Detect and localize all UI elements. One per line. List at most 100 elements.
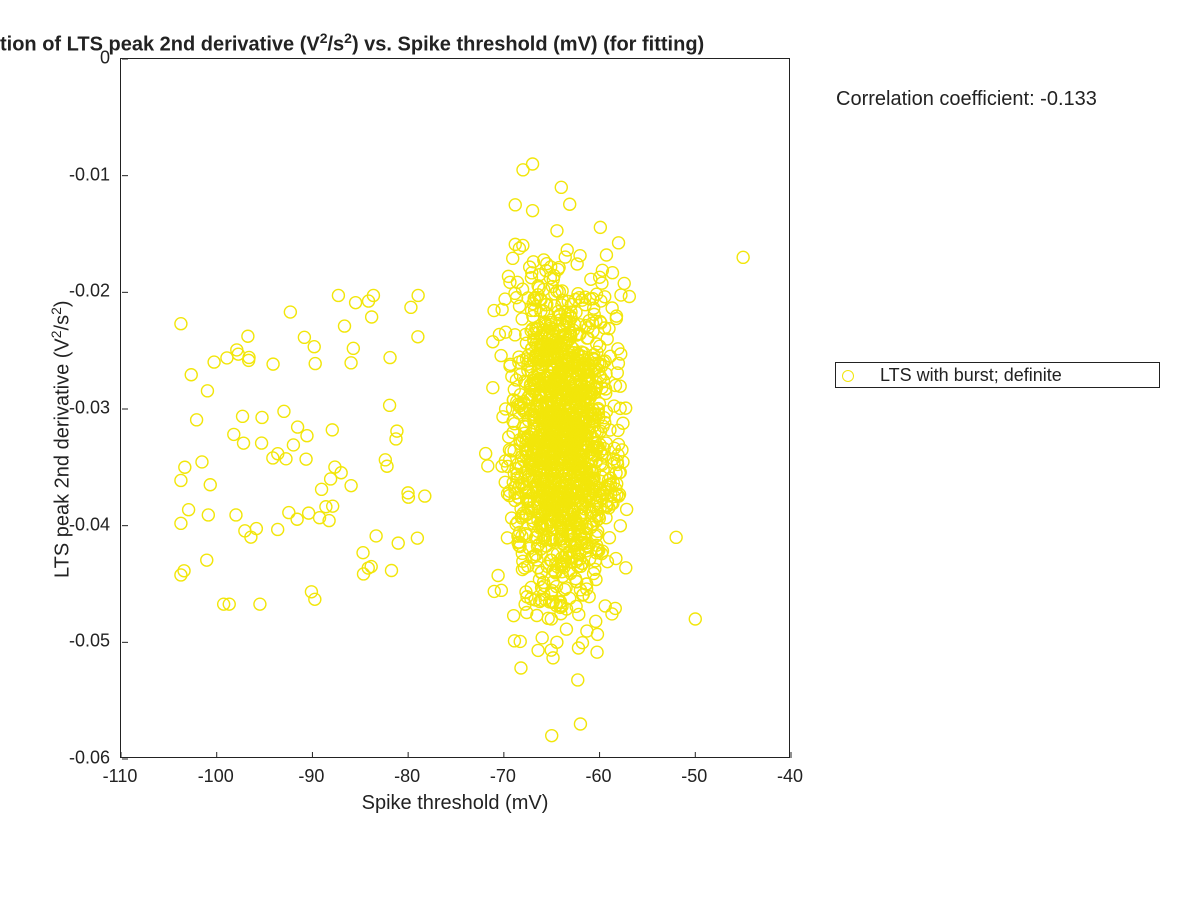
data-point: [620, 562, 632, 574]
data-point: [585, 273, 597, 285]
y-tick-label: -0.05: [69, 631, 110, 652]
data-point: [555, 181, 567, 193]
data-point: [545, 644, 557, 656]
x-tick-label: -90: [298, 766, 324, 787]
data-point: [572, 674, 584, 686]
data-point: [278, 405, 290, 417]
data-point: [339, 320, 351, 332]
correlation-annotation: Correlation coefficient: -0.133: [836, 88, 1097, 111]
data-point: [574, 718, 586, 730]
data-point: [316, 483, 328, 495]
data-point: [284, 306, 296, 318]
data-point: [291, 513, 303, 525]
data-point: [560, 623, 572, 635]
data-point: [527, 205, 539, 217]
data-point: [230, 509, 242, 521]
data-point: [175, 569, 187, 581]
data-point: [232, 348, 244, 360]
legend-marker-icon: [842, 370, 854, 382]
data-point: [326, 424, 338, 436]
data-point: [300, 453, 312, 465]
data-point: [228, 428, 240, 440]
plot-area: [120, 58, 790, 758]
data-point: [391, 425, 403, 437]
data-point: [618, 277, 630, 289]
data-point: [191, 414, 203, 426]
x-tick-label: -70: [490, 766, 516, 787]
data-point: [309, 358, 321, 370]
data-point: [482, 460, 494, 472]
data-point: [292, 421, 304, 433]
data-point: [392, 537, 404, 549]
data-point: [357, 547, 369, 559]
data-point: [242, 330, 254, 342]
data-point: [366, 311, 378, 323]
y-tick-label: -0.01: [69, 164, 110, 185]
data-point: [327, 500, 339, 512]
data-point: [201, 554, 213, 566]
data-point: [419, 490, 431, 502]
data-point: [305, 586, 317, 598]
data-point: [487, 382, 499, 394]
data-point: [256, 437, 268, 449]
data-point: [497, 411, 509, 423]
data-point: [332, 289, 344, 301]
data-point: [571, 258, 583, 270]
y-tick-label: -0.04: [69, 514, 110, 535]
x-tick-label: -80: [394, 766, 420, 787]
y-tick-label: -0.02: [69, 281, 110, 302]
data-point: [208, 356, 220, 368]
data-point: [250, 523, 262, 535]
scatter-points: [175, 158, 749, 742]
data-point: [689, 613, 701, 625]
data-point: [175, 474, 187, 486]
data-point: [175, 318, 187, 330]
data-point: [737, 251, 749, 263]
data-point: [303, 507, 315, 519]
data-point: [309, 593, 321, 605]
data-point: [623, 291, 635, 303]
data-point: [178, 565, 190, 577]
data-point: [204, 479, 216, 491]
data-point: [221, 352, 233, 364]
x-tick-label: -100: [198, 766, 234, 787]
data-point: [412, 289, 424, 301]
y-tick-label: -0.06: [69, 748, 110, 769]
data-point: [238, 437, 250, 449]
data-point: [541, 258, 553, 270]
data-point: [590, 615, 602, 627]
data-point: [487, 336, 499, 348]
y-tick-label: 0: [100, 48, 110, 69]
data-point: [614, 520, 626, 532]
data-point: [179, 461, 191, 473]
data-point: [547, 652, 559, 664]
data-point: [621, 503, 633, 515]
data-point: [516, 313, 528, 325]
data-point: [412, 331, 424, 343]
data-point: [301, 430, 313, 442]
data-point: [384, 399, 396, 411]
x-tick-label: -40: [777, 766, 803, 787]
data-point: [573, 608, 585, 620]
data-point: [202, 509, 214, 521]
data-point: [517, 164, 529, 176]
data-point: [594, 221, 606, 233]
data-point: [175, 517, 187, 529]
data-point: [298, 331, 310, 343]
data-point: [615, 289, 627, 301]
data-point: [603, 532, 615, 544]
data-point: [185, 369, 197, 381]
data-point: [201, 385, 213, 397]
y-tick-label: -0.03: [69, 398, 110, 419]
data-point: [386, 565, 398, 577]
x-tick-label: -110: [103, 766, 138, 787]
data-point: [513, 300, 525, 312]
legend-label: LTS with burst; definite: [880, 365, 1062, 386]
data-point: [532, 644, 544, 656]
scatter-svg: [121, 59, 789, 757]
data-point: [670, 531, 682, 543]
data-point: [256, 411, 268, 423]
data-point: [272, 523, 284, 535]
legend: LTS with burst; definite: [835, 362, 1160, 388]
data-point: [345, 480, 357, 492]
